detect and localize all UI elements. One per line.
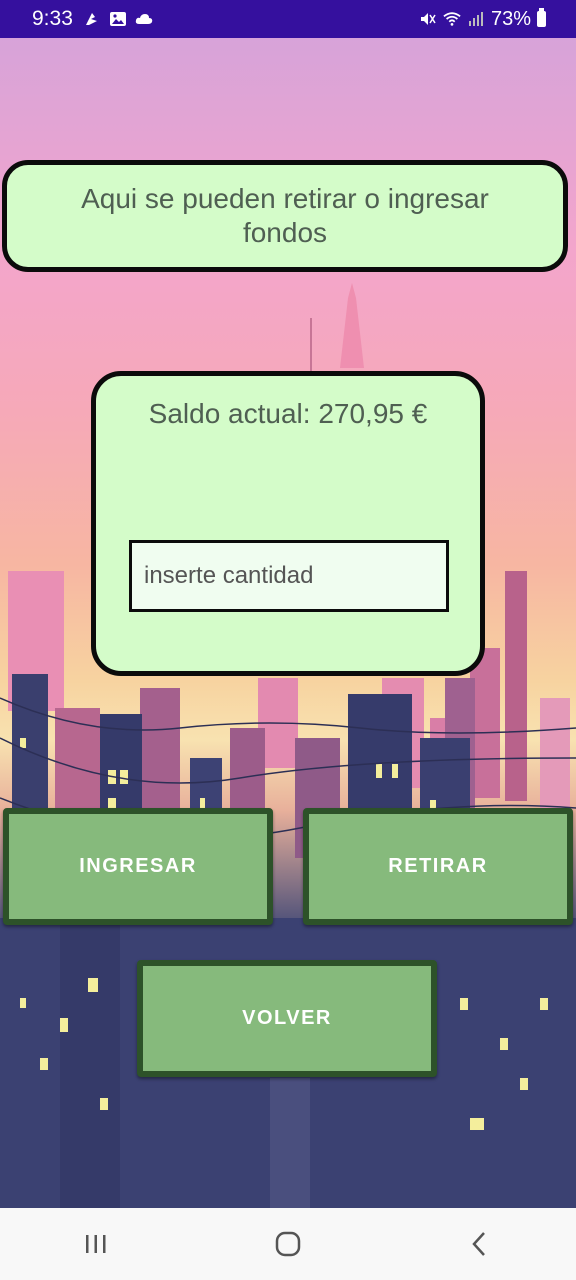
info-card: Aqui se pueden retirar o ingresar fondos <box>2 160 568 272</box>
signal-icon <box>468 12 483 26</box>
navigation-bar <box>0 1208 576 1280</box>
status-time: 9:33 <box>32 7 73 30</box>
app-notification-icon <box>85 13 97 25</box>
home-icon <box>275 1231 301 1257</box>
cloud-icon <box>135 14 153 24</box>
recent-apps-button[interactable] <box>66 1224 126 1264</box>
battery-percent: 73% <box>490 7 531 30</box>
amount-input[interactable] <box>129 540 449 612</box>
back-icon <box>472 1232 485 1256</box>
status-bar: 9:33 73% <box>0 0 576 38</box>
home-button[interactable] <box>258 1224 318 1264</box>
volver-button[interactable]: VOLVER <box>137 960 437 1077</box>
info-text: Aqui se pueden retirar o ingresar fondos <box>81 183 489 248</box>
image-icon <box>109 12 126 26</box>
mute-icon <box>420 13 436 25</box>
balance-card: Saldo actual: 270,95 € <box>91 371 485 676</box>
wifi-icon <box>443 12 461 26</box>
balance-label: Saldo actual: 270,95 € <box>148 398 428 429</box>
ingresar-button[interactable]: INGRESAR <box>3 808 273 925</box>
back-button[interactable] <box>450 1224 510 1264</box>
recent-apps-icon <box>86 1235 106 1253</box>
retirar-button[interactable]: RETIRAR <box>303 808 573 925</box>
battery-icon <box>537 8 546 27</box>
